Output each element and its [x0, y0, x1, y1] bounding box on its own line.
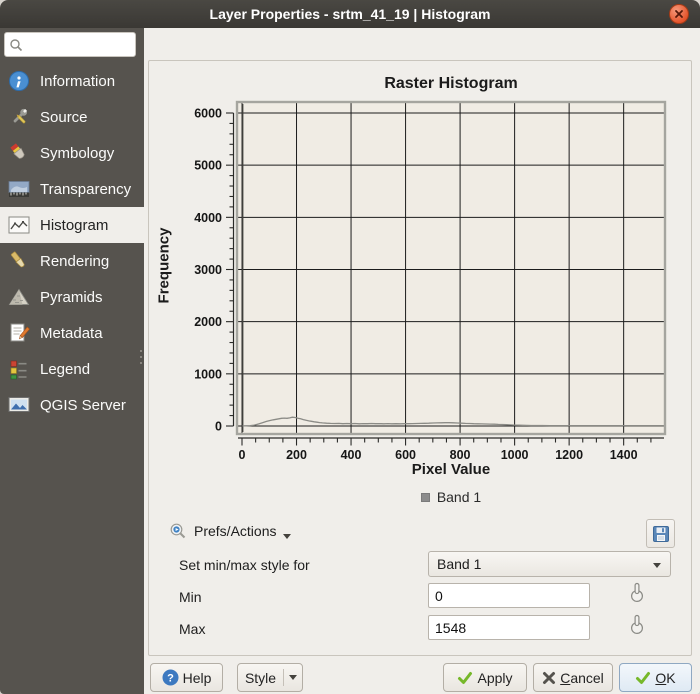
- transparency-icon: [7, 177, 31, 201]
- svg-text:800: 800: [450, 448, 471, 462]
- chart-legend: Band 1: [238, 489, 664, 505]
- sidebar-item-information[interactable]: Information: [0, 63, 144, 99]
- main-area: Raster Histogram 02004006008001000120014…: [144, 28, 700, 694]
- zoom-actions-icon: [169, 522, 187, 540]
- svg-text:0: 0: [215, 420, 222, 434]
- sidebar-item-source[interactable]: Source: [0, 99, 144, 135]
- help-icon: ?: [162, 669, 179, 686]
- chevron-down-icon: [653, 563, 661, 568]
- sidebar-item-rendering[interactable]: Rendering: [0, 243, 144, 279]
- cancel-x-icon: [542, 671, 556, 685]
- close-icon: [674, 9, 684, 19]
- raster-histogram-plot[interactable]: 0 200 400 600 800 1000 1200 1400 0 1000 2000 3000 40…: [149, 61, 692, 463]
- sidebar-item-pyramids[interactable]: Pyramids: [0, 279, 144, 315]
- sidebar-nav: Information Source: [0, 63, 144, 423]
- prefs-actions-button[interactable]: Prefs/Actions: [163, 517, 297, 545]
- apply-check-icon: [457, 670, 473, 686]
- svg-text:2000: 2000: [194, 315, 222, 329]
- svg-text:1200: 1200: [555, 448, 583, 462]
- band1-legend-marker: [421, 493, 430, 502]
- min-set-from-canvas-button[interactable]: [625, 581, 649, 607]
- min-input[interactable]: [428, 583, 590, 608]
- help-button[interactable]: ? Help: [150, 663, 223, 692]
- svg-text:4000: 4000: [194, 211, 222, 225]
- max-set-from-canvas-button[interactable]: [625, 613, 649, 639]
- svg-text:6000: 6000: [194, 107, 222, 121]
- save-icon: [652, 525, 670, 543]
- prefs-menu-caret-icon: [283, 534, 291, 539]
- set-minmax-style-label: Set min/max style for: [179, 557, 310, 573]
- max-input[interactable]: [428, 615, 590, 640]
- metadata-icon: [7, 321, 31, 345]
- svg-text:5000: 5000: [194, 159, 222, 173]
- svg-text:1400: 1400: [610, 448, 638, 462]
- svg-text:0: 0: [239, 448, 246, 462]
- max-label: Max: [179, 621, 205, 637]
- svg-text:600: 600: [395, 448, 416, 462]
- search-box: [4, 32, 136, 57]
- y-axis-label: Frequency: [156, 181, 173, 351]
- rendering-icon: [7, 249, 31, 273]
- sidebar: Information Source: [0, 28, 144, 694]
- x-axis-label: Pixel Value: [238, 461, 664, 478]
- sidebar-item-transparency[interactable]: Transparency: [0, 171, 144, 207]
- ok-button[interactable]: OK: [619, 663, 692, 692]
- sidebar-item-qgis-server[interactable]: QGIS Server: [0, 387, 144, 423]
- sidebar-splitter-handle[interactable]: [140, 346, 143, 368]
- chevron-down-icon: [284, 675, 302, 680]
- sidebar-item-metadata[interactable]: Metadata: [0, 315, 144, 351]
- information-icon: [7, 69, 31, 93]
- style-button[interactable]: Style: [237, 663, 303, 692]
- svg-text:400: 400: [341, 448, 362, 462]
- search-input[interactable]: [23, 36, 131, 53]
- ok-check-icon: [635, 670, 651, 686]
- svg-text:200: 200: [286, 448, 307, 462]
- svg-text:3000: 3000: [194, 263, 222, 277]
- layer-properties-dialog: Layer Properties - srtm_41_19 | Histogra…: [0, 0, 700, 694]
- hand-pointer-icon: [627, 581, 647, 605]
- title-bar: Layer Properties - srtm_41_19 | Histogra…: [0, 0, 700, 28]
- apply-button[interactable]: Apply: [443, 663, 527, 692]
- search-icon: [9, 38, 23, 52]
- svg-text:?: ?: [167, 673, 174, 685]
- close-button[interactable]: [669, 4, 689, 24]
- histogram-icon: [7, 213, 31, 237]
- svg-text:1000: 1000: [501, 448, 529, 462]
- sidebar-item-legend[interactable]: Legend: [0, 351, 144, 387]
- svg-text:1000: 1000: [194, 367, 222, 381]
- min-label: Min: [179, 589, 202, 605]
- hand-pointer-icon: [627, 613, 647, 637]
- sidebar-item-histogram[interactable]: Histogram: [0, 207, 144, 243]
- sidebar-item-symbology[interactable]: Symbology: [0, 135, 144, 171]
- source-icon: [7, 105, 31, 129]
- qgis-server-icon: [7, 393, 31, 417]
- cancel-button[interactable]: Cancel: [533, 663, 613, 692]
- symbology-icon: [7, 141, 31, 165]
- save-histogram-button[interactable]: [646, 519, 675, 548]
- band-select[interactable]: Band 1: [428, 551, 671, 577]
- legend-icon: [7, 357, 31, 381]
- window-title: Layer Properties - srtm_41_19 | Histogra…: [210, 6, 491, 22]
- pyramids-icon: [7, 285, 31, 309]
- band1-legend-label: Band 1: [437, 489, 481, 505]
- content-pane: Raster Histogram 02004006008001000120014…: [148, 60, 692, 656]
